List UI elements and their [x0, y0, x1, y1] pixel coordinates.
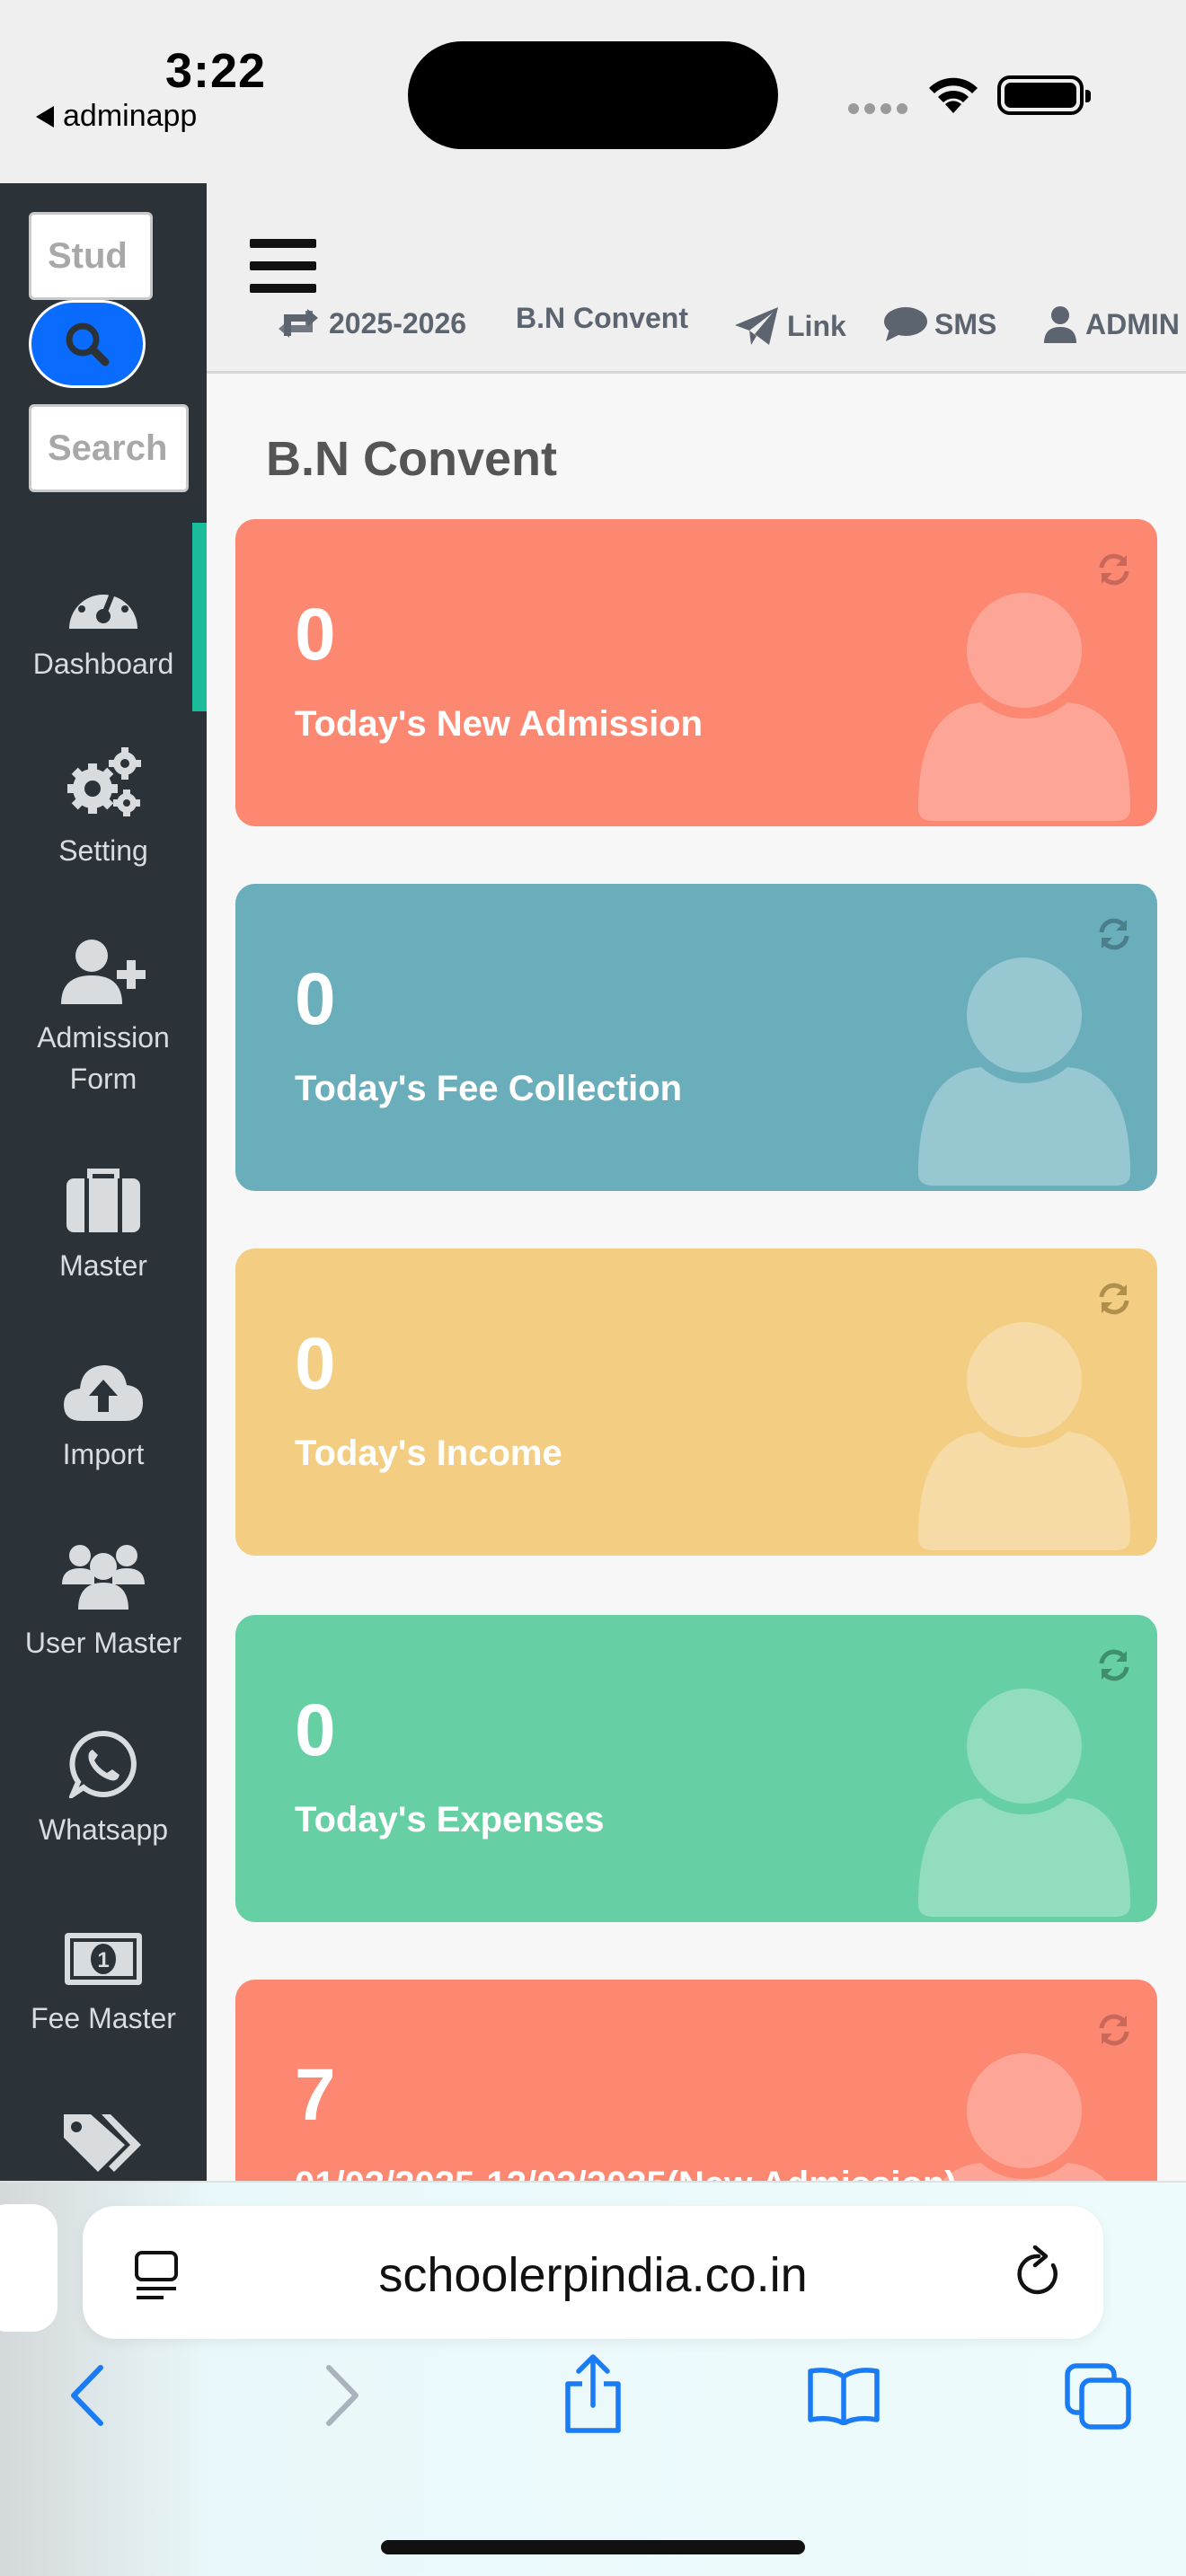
refresh-icon[interactable] [1096, 551, 1132, 587]
school-name: B.N Convent [516, 302, 688, 334]
user-silhouette-icon [918, 957, 1130, 1186]
previous-tab-preview[interactable] [0, 2204, 58, 2332]
school-name-link[interactable]: B.N Convent [516, 302, 688, 335]
forward-icon[interactable] [320, 2362, 365, 2429]
stat-value: 0 [295, 1689, 336, 1771]
user-icon [1044, 306, 1076, 343]
page-title: B.N Convent [266, 432, 557, 486]
users-icon [62, 1545, 145, 1610]
stat-card-income[interactable]: 0 Today's Income [235, 1248, 1157, 1556]
admin-label: ADMIN [1085, 307, 1180, 340]
stat-value: 0 [295, 594, 336, 675]
dashboard-icon [69, 580, 137, 629]
status-bar: 3:22 adminapp [0, 0, 1186, 183]
link-label: Link [787, 309, 846, 342]
sidebar-item-setting[interactable]: Setting [0, 738, 207, 871]
sidebar: Stud Search Dashboard Setting Admission … [0, 183, 207, 2181]
browser-toolbar: schoolerpindia.co.in [0, 2181, 1186, 2576]
briefcase-icon [66, 1169, 140, 1232]
sidebar-item-fee-master[interactable]: 1 Fee Master [0, 1906, 207, 2039]
sidebar-item-label: Master [59, 1249, 147, 1282]
sidebar-item-user-master[interactable]: User Master [0, 1531, 207, 1663]
sidebar-item-label: User Master [24, 1627, 182, 1659]
refresh-icon[interactable] [1096, 2012, 1132, 2048]
refresh-icon[interactable] [1096, 916, 1132, 952]
sidebar-item-import[interactable]: Import [0, 1342, 207, 1475]
stat-card-new-admission[interactable]: 0 Today's New Admission [235, 519, 1157, 826]
back-icon[interactable] [65, 2362, 110, 2429]
user-silhouette-icon [918, 593, 1130, 821]
home-indicator[interactable] [381, 2540, 805, 2554]
stat-label: Today's Expenses [295, 1800, 605, 1839]
stat-card-fee-collection[interactable]: 0 Today's Fee Collection [235, 884, 1157, 1191]
signal-icon [848, 102, 913, 119]
student-input[interactable]: Stud [29, 212, 153, 300]
sidebar-item-label: Dashboard [32, 648, 174, 680]
gears-icon [67, 747, 141, 816]
stat-value: 0 [295, 1323, 336, 1405]
sidebar-item-label: Admission Form [37, 1021, 170, 1095]
stat-card-expenses[interactable]: 0 Today's Expenses [235, 1615, 1157, 1922]
back-triangle-icon [36, 106, 54, 128]
stat-value: 0 [295, 958, 336, 1040]
paper-plane-icon [735, 307, 778, 345]
refresh-icon[interactable] [1096, 1281, 1132, 1317]
sidebar-item-label: Fee Master [31, 2002, 176, 2034]
retweet-icon [279, 309, 318, 338]
comment-icon [884, 307, 927, 341]
sidebar-item-master[interactable]: Master [0, 1153, 207, 1286]
stat-label: Today's Income [295, 1434, 562, 1473]
dynamic-island [408, 41, 778, 149]
address-bar[interactable]: schoolerpindia.co.in [83, 2206, 1103, 2339]
admin-user-menu[interactable]: ADMIN [1042, 305, 1180, 343]
session-selector[interactable]: 2025-2026 [275, 305, 466, 341]
bookmarks-icon[interactable] [807, 2366, 881, 2425]
battery-icon [997, 75, 1091, 115]
url-text: schoolerpindia.co.in [378, 2248, 808, 2302]
user-silhouette-icon [918, 1322, 1130, 1550]
refresh-icon[interactable] [1096, 1647, 1132, 1683]
status-time: 3:22 [165, 44, 267, 98]
menu-toggle-icon[interactable] [250, 239, 316, 293]
sidebar-item-label: Import [62, 1438, 145, 1470]
search-button[interactable] [29, 300, 146, 388]
sidebar-item-admission-form[interactable]: Admission Form [0, 925, 207, 1099]
sms-label: SMS [934, 307, 997, 340]
cloud-upload-icon [64, 1365, 143, 1421]
sms-button[interactable]: SMS [882, 305, 996, 343]
top-bar: 2025-2026 B.N Convent Link SMS ADMIN [207, 183, 1186, 374]
wifi-icon [929, 77, 978, 113]
stat-label: Today's New Admission [295, 704, 704, 744]
tags-icon [64, 2114, 141, 2172]
svg-text:1: 1 [97, 1948, 109, 1972]
sidebar-item-label: Whatsapp [38, 1813, 169, 1846]
link-button[interactable]: Link [733, 305, 846, 347]
whatsapp-icon [69, 1730, 137, 1798]
tabs-icon[interactable] [1064, 2362, 1132, 2430]
user-plus-icon [61, 940, 146, 1004]
reload-icon[interactable] [1013, 2245, 1064, 2299]
sidebar-item-tags[interactable] [0, 2095, 207, 2181]
search-icon [66, 322, 110, 366]
stat-value: 7 [295, 2054, 336, 2136]
sidebar-item-dashboard[interactable]: Dashboard [0, 551, 207, 684]
sidebar-item-label: Setting [58, 834, 148, 867]
back-app-label: adminapp [63, 99, 198, 133]
search-input[interactable]: Search [29, 404, 189, 492]
session-label: 2025-2026 [329, 306, 467, 340]
money-icon: 1 [65, 1933, 142, 1985]
stat-label: Today's Fee Collection [295, 1069, 683, 1108]
share-icon[interactable] [561, 2353, 625, 2434]
back-to-app[interactable]: adminapp [36, 99, 197, 134]
user-silhouette-icon [918, 1689, 1130, 1917]
sidebar-item-whatsapp[interactable]: Whatsapp [0, 1717, 207, 1850]
